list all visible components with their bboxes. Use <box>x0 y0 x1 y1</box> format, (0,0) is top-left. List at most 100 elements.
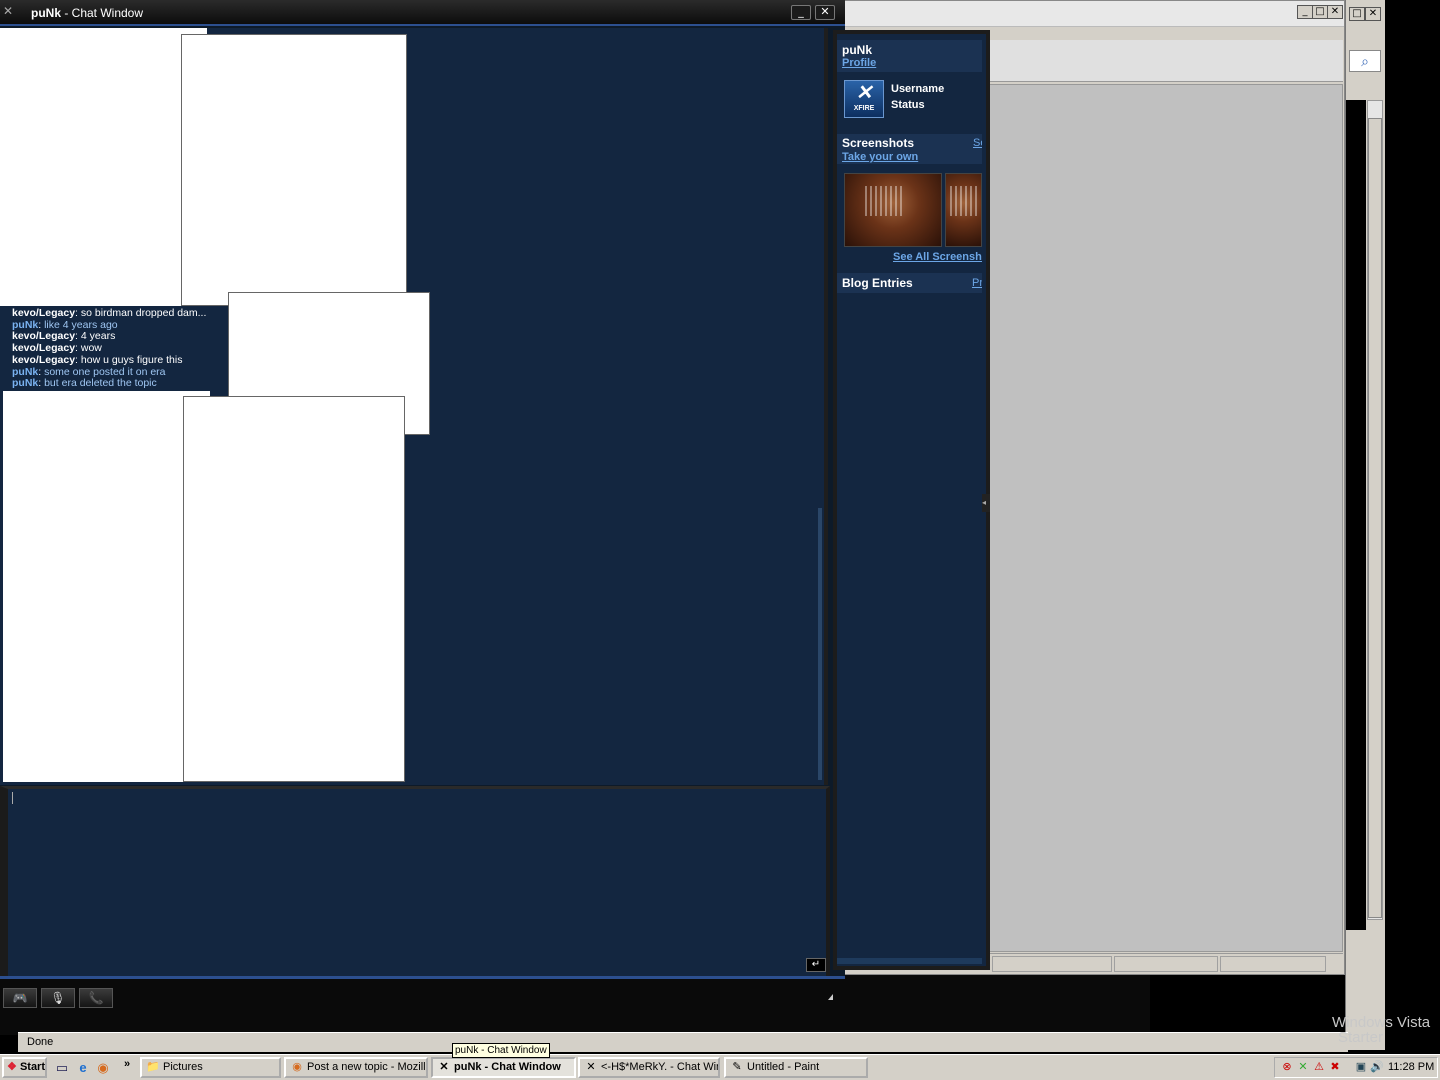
screenshots-extra-link[interactable]: Se <box>973 137 982 149</box>
task-label: <-H$*MeRkY. - Chat Win... <box>601 1061 720 1073</box>
xfire-logo-icon: ✕ <box>3 4 14 18</box>
chat-nick: kevo/Legacy <box>12 342 76 355</box>
chat-text: how u guys figure this <box>77 353 183 366</box>
shield-icon[interactable]: ✖ <box>1328 1060 1342 1074</box>
network-icon[interactable]: ▣ <box>1354 1060 1368 1074</box>
task-label: Pictures <box>163 1061 203 1073</box>
firefox-icon[interactable]: ◉ <box>95 1060 111 1076</box>
task-label: puNk - Chat Window <box>454 1061 561 1073</box>
vista-logo-line2: Starter <box>1338 1029 1384 1046</box>
send-icon[interactable]: ↵ <box>806 958 826 972</box>
chat-message: puNk: like 4 years ago <box>12 319 118 331</box>
username-label: Username <box>891 83 945 95</box>
browser-titlebar[interactable] <box>841 1 1344 27</box>
browser-status-bar: Done <box>18 1032 1348 1052</box>
task-label: Post a new topic - Mozilla ... <box>307 1061 426 1073</box>
screenshot-thumbnail[interactable] <box>945 173 982 247</box>
paint-icon: ✎ <box>732 1061 742 1073</box>
chat-close-button[interactable]: ✕ <box>815 5 835 20</box>
redaction-box <box>0 28 207 306</box>
task-mozilla[interactable]: ◉ Post a new topic - Mozilla ... <box>284 1057 428 1078</box>
start-label: Start <box>19 1061 45 1073</box>
take-your-own-link[interactable]: Take your own <box>842 151 918 163</box>
window-title: puNk - Chat Window <box>31 6 144 20</box>
window2-maximize-button[interactable]: □ <box>1349 7 1365 21</box>
chat-text: 4 years <box>77 330 116 343</box>
xfire-x-icon: ✕ <box>855 82 873 104</box>
chat-minimize-button[interactable]: _ <box>791 5 811 20</box>
chat-message: puNk: but era deleted the topic <box>12 377 157 389</box>
chat-nick: puNk <box>12 318 39 331</box>
chat-text: so birdman dropped dam... <box>77 307 207 319</box>
quicklaunch-more-icon[interactable]: » <box>124 1058 130 1070</box>
browser-maximize-button[interactable]: □ <box>1312 5 1328 19</box>
text-caret <box>12 792 13 804</box>
screenshot-thumbnail[interactable] <box>844 173 942 247</box>
chat-text: some one posted it on era <box>41 365 166 378</box>
see-all-screenshots-link[interactable]: See All Screenshots <box>893 251 982 263</box>
firefox-icon: ◉ <box>292 1061 302 1073</box>
gamepad-icon[interactable]: 🎮 <box>3 988 37 1008</box>
chat-nick: puNk <box>12 377 39 390</box>
chat-nick: kevo/Legacy <box>12 330 76 343</box>
browser-close-button[interactable]: ✕ <box>1327 5 1343 19</box>
browser-status-cells <box>988 953 1343 973</box>
chat-text: wow <box>77 342 102 355</box>
desktop-icon[interactable]: ▭ <box>54 1060 70 1076</box>
profile-name: puNk <box>842 43 872 57</box>
task-paint[interactable]: ✎ Untitled - Paint <box>724 1057 868 1078</box>
task-label: Untitled - Paint <box>747 1061 820 1073</box>
chat-bottom-bar <box>0 976 845 1010</box>
scrollbar-thumb[interactable] <box>1368 118 1382 918</box>
chat-titlebar[interactable]: ✕ puNk - Chat Window _ ✕ <box>0 0 845 26</box>
taskbar-tooltip: puNk - Chat Window <box>452 1043 550 1058</box>
blog-extra-link[interactable]: Pr <box>972 277 982 289</box>
background-window-right[interactable]: ⌕ <box>1345 0 1385 1050</box>
browser-content <box>988 84 1343 952</box>
window2-close-button[interactable]: ✕ <box>1365 7 1381 21</box>
volume-icon[interactable]: 🔊 <box>1370 1060 1384 1074</box>
start-button[interactable]: ❖ Start <box>2 1057 47 1078</box>
xfire-tray-icon[interactable]: ✕ <box>1296 1060 1310 1074</box>
redaction-box <box>181 34 407 306</box>
collapse-panel-icon[interactable]: ◂ <box>982 494 990 512</box>
task-pictures[interactable]: 📁 Pictures <box>140 1057 281 1078</box>
alert-icon[interactable]: ⚠ <box>1312 1060 1326 1074</box>
microphone-icon[interactable]: 🎙 <box>41 988 75 1008</box>
xfire-icon: ✕ <box>439 1061 449 1073</box>
profile-horizontal-scrollbar[interactable] <box>837 958 982 964</box>
windows-vista-logo: Windows Vista Starter <box>1298 1015 1438 1055</box>
folder-icon: 📁 <box>146 1061 160 1073</box>
chat-nick: puNk <box>12 365 39 378</box>
antivirus-icon[interactable]: ⊗ <box>1280 1060 1294 1074</box>
chat-text: like 4 years ago <box>41 318 118 331</box>
vista-logo-line1: Windows Vista <box>1332 1014 1431 1031</box>
xfire-avatar: ✕ XFIRE <box>844 80 884 118</box>
chat-message: puNk: some one posted it on era <box>12 366 166 378</box>
windows-flag-icon: ❖ <box>7 1061 17 1073</box>
xfire-icon: ✕ <box>586 1061 596 1073</box>
search-icon[interactable]: ⌕ <box>1349 50 1381 72</box>
chat-nick: kevo/Legacy <box>12 353 76 366</box>
chat-message: kevo/Legacy: how u guys figure this <box>12 354 182 366</box>
browser-minimize-button[interactable]: _ <box>1297 5 1313 19</box>
browser-toolbar <box>988 40 1343 82</box>
message-input[interactable] <box>0 786 830 976</box>
dark-gap <box>1346 100 1366 930</box>
redaction-box <box>183 396 405 782</box>
redaction-box <box>3 391 210 782</box>
screenshots-title: Screenshots <box>842 136 915 150</box>
task-punk-chat[interactable]: ✕ puNk - Chat Window <box>431 1057 576 1078</box>
chat-nick: kevo/Legacy <box>12 307 76 319</box>
chat-message: kevo/Legacy: 4 years <box>12 330 115 342</box>
task-merky-chat[interactable]: ✕ <-H$*MeRkY. - Chat Win... <box>578 1057 720 1078</box>
profile-link[interactable]: Profile <box>842 57 876 69</box>
chat-text: but era deleted the topic <box>41 377 157 390</box>
resize-grip-icon[interactable] <box>828 994 833 1000</box>
ie-icon[interactable]: e <box>75 1060 91 1076</box>
clock: 11:28 PM <box>1388 1061 1435 1073</box>
phone-icon[interactable]: 📞 <box>79 988 113 1008</box>
status-label: Status <box>891 99 925 111</box>
chat-message: kevo/Legacy: wow <box>12 342 102 354</box>
message-scrollbar[interactable] <box>818 508 822 780</box>
